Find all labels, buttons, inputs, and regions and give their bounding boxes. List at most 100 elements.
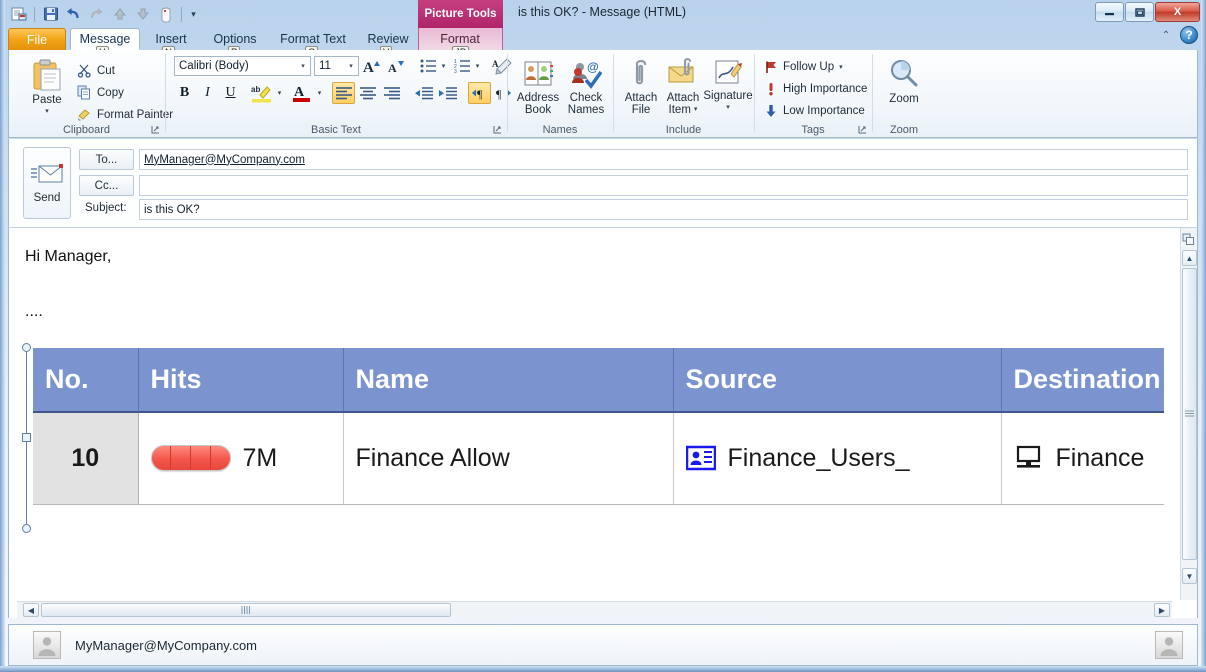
font-family-combo[interactable]: Calibri (Body) ▾ xyxy=(174,56,311,76)
horizontal-scroll-thumb[interactable] xyxy=(41,603,451,617)
format-painter-button[interactable]: Format Painter xyxy=(77,107,173,122)
resize-handle-top-left[interactable] xyxy=(22,343,31,352)
ribbon: Paste ▾ Cut Copy Format Painter Clipboar… xyxy=(8,50,1198,138)
vertical-scroll-thumb[interactable] xyxy=(1182,268,1197,560)
body-horizontal-scrollbar[interactable]: ◀ ▶ xyxy=(17,601,1172,618)
attach-item-dropdown-icon[interactable]: ▾ xyxy=(694,104,698,116)
signature-label: Signature xyxy=(703,90,753,102)
high-importance-button[interactable]: High Importance xyxy=(764,82,867,96)
subject-field[interactable]: is this OK? xyxy=(139,199,1188,220)
address-book-button[interactable]: Address Book xyxy=(514,58,562,116)
font-color-button[interactable]: A xyxy=(290,82,314,104)
decrease-indent-button[interactable] xyxy=(412,82,436,104)
body-vertical-scrollbar[interactable]: ▲ ▼ xyxy=(1180,228,1197,600)
increase-indent-button[interactable] xyxy=(436,82,460,104)
numbering-button[interactable]: 1 2 3 xyxy=(452,55,472,77)
svg-text:¶: ¶ xyxy=(496,87,502,101)
ribbon-tab-strip: File Message H Insert N Options P Format… xyxy=(0,28,1206,59)
cut-button[interactable]: Cut xyxy=(77,63,115,78)
grow-font-button[interactable]: A xyxy=(362,55,384,77)
check-names-button[interactable]: @ Check Names xyxy=(562,58,610,116)
previous-item-icon[interactable] xyxy=(109,4,130,25)
font-size-combo[interactable]: 11 ▾ xyxy=(314,56,359,76)
attach-file-line1: Attach xyxy=(624,92,658,104)
bullets-dropdown-icon[interactable]: ▾ xyxy=(438,58,449,74)
chevron-down-icon-2[interactable]: ▾ xyxy=(344,62,358,70)
undo-icon[interactable] xyxy=(63,4,84,25)
scroll-right-button[interactable]: ▶ xyxy=(1154,603,1170,617)
numbering-dropdown-icon[interactable]: ▾ xyxy=(472,58,483,74)
to-field[interactable]: MyManager@MyCompany.com xyxy=(139,149,1188,170)
bullets-button[interactable] xyxy=(418,55,438,77)
embedded-table-image[interactable]: No. Hits Name Source Destination 10 7M F… xyxy=(33,348,1164,528)
scroll-up-button[interactable]: ▲ xyxy=(1182,250,1197,266)
message-body-canvas[interactable]: Hi Manager, .... No. Hits Name Source De… xyxy=(9,228,1164,600)
follow-up-button[interactable]: Follow Up ▾ xyxy=(764,60,843,74)
svg-text:A: A xyxy=(363,60,374,75)
basic-text-dialog-launcher-icon[interactable] xyxy=(492,124,503,135)
table-row: 10 7M Finance Allow Finance_Users_ Finan… xyxy=(33,412,1164,505)
avatar xyxy=(33,631,61,659)
check-names-line2: Names xyxy=(567,104,605,116)
align-center-button[interactable] xyxy=(356,82,379,104)
ribbon-group-zoom: Zoom Zoom xyxy=(873,50,935,137)
ltr-text-direction-button[interactable]: ¶ xyxy=(468,82,491,104)
next-item-icon[interactable] xyxy=(132,4,153,25)
close-button[interactable]: X xyxy=(1155,2,1200,22)
contact-card-icon xyxy=(685,445,716,471)
picture-tools-label: Picture Tools xyxy=(424,8,497,20)
italic-button[interactable]: I xyxy=(197,82,218,103)
column-header-hits: Hits xyxy=(138,348,344,413)
low-importance-label: Low Importance xyxy=(783,105,865,117)
signature-button[interactable]: Signature ▾ xyxy=(703,58,753,114)
copy-button[interactable]: Copy xyxy=(77,85,124,100)
paste-dropdown-icon[interactable]: ▾ xyxy=(45,106,49,118)
customize-qat-icon[interactable]: ▾ xyxy=(187,4,200,25)
ribbon-group-tags: Follow Up ▾ High Importance Low Importan… xyxy=(755,50,871,137)
clipboard-dialog-launcher-icon[interactable] xyxy=(150,124,161,135)
tags-dialog-launcher-icon[interactable] xyxy=(857,124,868,135)
low-importance-button[interactable]: Low Importance xyxy=(764,104,865,118)
message-header: Send To... MyManager@MyCompany.com Cc...… xyxy=(8,139,1198,228)
follow-up-dropdown-icon[interactable]: ▾ xyxy=(839,63,843,71)
highlight-dropdown-icon[interactable]: ▾ xyxy=(274,85,285,101)
ribbon-group-include: Attach File Attach Item ▾ Signature ▾ In… xyxy=(614,50,753,137)
scroll-left-button[interactable]: ◀ xyxy=(23,603,39,617)
resize-handle-middle-left[interactable] xyxy=(22,433,31,442)
font-color-dropdown-icon[interactable]: ▾ xyxy=(314,85,325,101)
svg-text:@: @ xyxy=(587,60,599,74)
scroll-down-button[interactable]: ▼ xyxy=(1182,568,1197,584)
save-icon[interactable] xyxy=(40,4,61,25)
resize-handle-bottom-left[interactable] xyxy=(22,524,31,533)
align-right-button[interactable] xyxy=(380,82,403,104)
body-filler: .... xyxy=(25,303,43,320)
chevron-down-icon[interactable]: ▾ xyxy=(296,62,310,70)
tab-file[interactable]: File xyxy=(8,28,66,50)
window-border-left xyxy=(0,0,5,672)
attach-file-button[interactable]: Attach File xyxy=(619,58,663,116)
cc-button[interactable]: Cc... xyxy=(79,175,134,196)
cc-field[interactable] xyxy=(139,175,1188,196)
signature-dropdown-icon[interactable]: ▾ xyxy=(726,102,730,114)
select-browse-object-icon[interactable] xyxy=(1181,232,1196,247)
text-highlight-button[interactable]: ab xyxy=(250,82,274,104)
redo-icon[interactable] xyxy=(86,4,107,25)
restore-button[interactable] xyxy=(1125,2,1154,22)
to-button[interactable]: To... xyxy=(79,149,134,170)
zoom-button[interactable]: Zoom xyxy=(881,58,927,105)
shrink-font-button[interactable]: A xyxy=(386,55,408,77)
outlook-options-icon[interactable] xyxy=(8,4,29,25)
message-body-area: Hi Manager, .... No. Hits Name Source De… xyxy=(8,228,1198,618)
outlook-compose-window: ▾ is this OK? - Message (HTML) X ⌃ ? Pic… xyxy=(0,0,1206,672)
report-table: No. Hits Name Source Destination 10 7M F… xyxy=(33,348,1164,505)
align-left-button[interactable] xyxy=(332,82,355,104)
underline-button[interactable]: U xyxy=(220,82,241,103)
attach-item-button[interactable]: Attach Item ▾ xyxy=(661,58,705,116)
minimize-button[interactable] xyxy=(1095,2,1124,22)
avatar-right[interactable] xyxy=(1155,631,1183,659)
svg-text:¶: ¶ xyxy=(477,87,483,101)
paste-button[interactable]: Paste ▾ xyxy=(21,58,73,118)
send-button[interactable]: Send xyxy=(23,147,71,219)
attach-icon[interactable] xyxy=(155,4,176,25)
bold-button[interactable]: B xyxy=(174,82,195,103)
